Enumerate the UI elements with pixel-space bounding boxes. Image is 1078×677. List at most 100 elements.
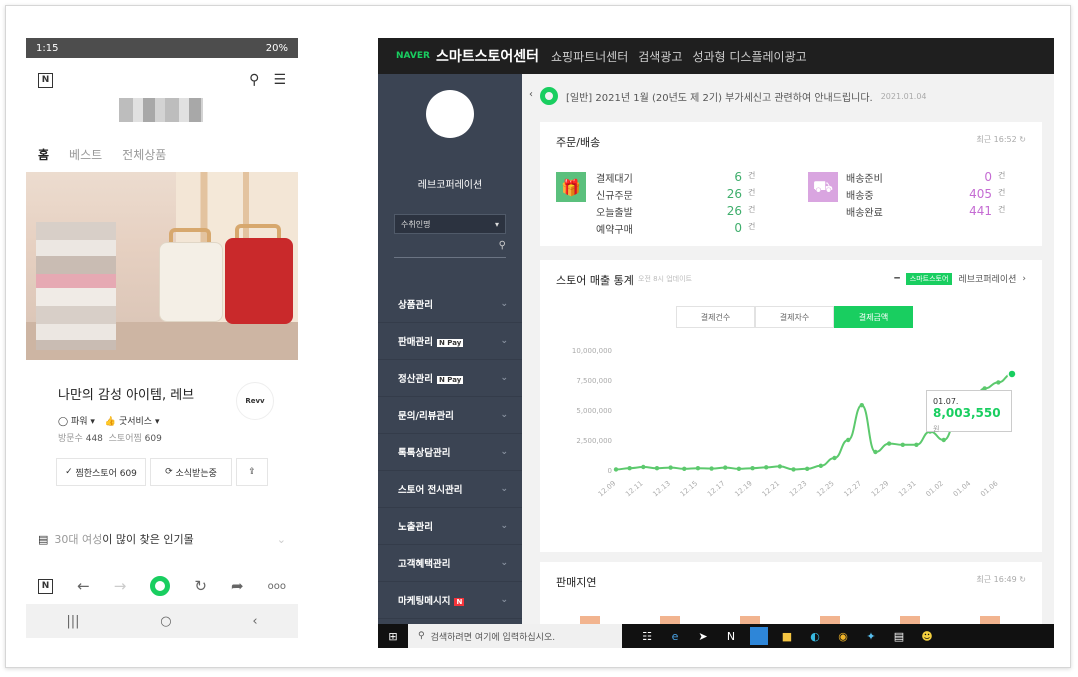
- tab-payment-count[interactable]: 결제건수: [676, 306, 755, 328]
- store-stats: 방문수 448 스토어찜 609: [58, 434, 162, 444]
- delivery-row[interactable]: 배송중 405 건: [846, 187, 1006, 202]
- sidebar-item-benefits[interactable]: 고객혜택관리 ⌄: [378, 545, 522, 582]
- refresh-icon[interactable]: ↻: [194, 577, 207, 595]
- app-title[interactable]: 스마트스토어센터: [436, 46, 539, 66]
- y-tick-label: 10,000,000: [572, 347, 612, 355]
- search-type-select[interactable]: 수취인명 ▾: [394, 214, 506, 234]
- chevron-down-icon: ⌄: [500, 595, 508, 605]
- search-icon[interactable]: ⚲: [249, 72, 259, 88]
- data-point: [886, 441, 892, 446]
- sidebar-item-display[interactable]: 스토어 전시관리 ⌄: [378, 471, 522, 508]
- chevron-down-icon[interactable]: ⌄: [277, 533, 286, 546]
- share-arrow-icon[interactable]: ➦: [231, 577, 244, 595]
- data-point: [668, 465, 673, 470]
- order-row[interactable]: 예약구매 0 건: [596, 221, 756, 236]
- nav-link-display-ads[interactable]: 성과형 디스플레이광고: [692, 48, 806, 65]
- folder-icon[interactable]: ■: [778, 627, 796, 645]
- chrome-icon[interactable]: ◉: [834, 627, 852, 645]
- green-circle-icon[interactable]: [150, 576, 171, 596]
- tab-all-products[interactable]: 전체상품: [122, 146, 166, 163]
- ie-icon[interactable]: e: [666, 627, 684, 645]
- share-icon[interactable]: ⇪: [236, 458, 268, 486]
- app-icon[interactable]: ➤: [694, 627, 712, 645]
- kakao-icon[interactable]: ☻: [918, 627, 936, 645]
- smartstore-dashboard: NAVER 스마트스토어센터 쇼핑파트너센터 검색광고 성과형 디스플레이광고 …: [378, 38, 1054, 648]
- orders-updated: 최근 16:52 ↻: [976, 135, 1026, 144]
- data-point: [709, 466, 714, 471]
- recent-apps-icon[interactable]: |||: [66, 614, 79, 629]
- naver-logo[interactable]: NAVER: [396, 51, 430, 61]
- naver-home-icon[interactable]: N: [38, 578, 54, 594]
- x-tick-label: 12.27: [843, 479, 863, 498]
- naver-n-icon[interactable]: N: [38, 72, 53, 88]
- sidebar: 레브코퍼레이션 수취인명 ▾ ⚲ 상품관리 ⌄ 판매관리 N Pay ⌄ 정산관리 N P…: [378, 74, 522, 648]
- tab-payment-amount[interactable]: 결제금액: [834, 306, 913, 328]
- task-view-icon[interactable]: ☷: [638, 627, 656, 645]
- home-circle-icon[interactable]: ○: [160, 614, 171, 629]
- chevron-right-icon: ›: [1022, 273, 1026, 284]
- x-tick-label: 12.17: [706, 479, 726, 498]
- hero-banner[interactable]: [26, 172, 298, 360]
- x-tick-label: 12.13: [651, 479, 671, 498]
- x-tick-label: 12.23: [788, 479, 808, 498]
- sidebar-item-sales[interactable]: 판매관리 N Pay ⌄: [378, 323, 522, 360]
- bird-icon[interactable]: ✦: [862, 627, 880, 645]
- refresh-icon[interactable]: ↻: [1019, 575, 1026, 584]
- collapse-sidebar-icon[interactable]: ‹: [522, 74, 540, 114]
- order-row[interactable]: 신규주문 26 건: [596, 187, 756, 202]
- taskbar-search[interactable]: ⚲ 검색하려면 여기에 입력하십시오.: [408, 624, 622, 648]
- x-tick-label: 12.31: [897, 479, 917, 498]
- refresh-icon[interactable]: ↻: [1019, 135, 1026, 144]
- tab-home[interactable]: 홈: [38, 146, 49, 163]
- delay-updated: 최근 16:49 ↻: [976, 575, 1026, 584]
- back-arrow-icon[interactable]: ←: [77, 577, 90, 595]
- nav-link-shopping-partner[interactable]: 쇼핑파트너센터: [551, 48, 628, 65]
- nav-link-search-ads[interactable]: 검색광고: [638, 48, 682, 65]
- popular-store-banner[interactable]: ▤ 30대 여성이 많이 찾은 인기몰 ⌄: [38, 531, 286, 547]
- sidebar-item-inquiry[interactable]: 문의/리뷰관리 ⌄: [378, 397, 522, 434]
- sidebar-item-talktalk[interactable]: 톡톡상담관리 ⌄: [378, 434, 522, 471]
- data-point: [764, 465, 769, 470]
- delivery-row[interactable]: 배송완료 441 건: [846, 204, 1006, 219]
- store-name: 레브코퍼레이션: [417, 180, 483, 191]
- sidebar-search-input[interactable]: ⚲: [394, 240, 506, 258]
- more-icon[interactable]: ooo: [268, 581, 286, 592]
- data-point: [695, 466, 701, 471]
- sales-stats-panel: 스토어 매출 통계 오전 8시 업데이트 ━ 스마트스토어 레브코퍼레이션 › 결제…: [540, 260, 1042, 552]
- forward-arrow-icon[interactable]: →: [114, 577, 127, 595]
- x-tick-label: 12.29: [870, 479, 890, 498]
- notice-text[interactable]: [일반] 2021년 1월 (20년도 제 2기) 부가세신고 관련하여 안내드…: [566, 89, 873, 104]
- menu-icon[interactable]: ☰: [273, 72, 286, 88]
- sidebar-item-exposure[interactable]: 노출관리 ⌄: [378, 508, 522, 545]
- tab-payer-count[interactable]: 결제자수: [755, 306, 834, 328]
- red-toaster: [225, 238, 293, 324]
- tab-best[interactable]: 베스트: [69, 146, 102, 163]
- blurred-store-logo: [119, 98, 203, 122]
- windows-start-icon[interactable]: ⊞: [378, 630, 408, 643]
- chart-tooltip: 01.07. 8,003,550 원: [926, 390, 1012, 433]
- power-badge[interactable]: ◯ 파워 ▾: [58, 414, 95, 427]
- bar-chart-icon: ▤: [38, 532, 49, 546]
- app-icon[interactable]: ▤: [890, 627, 908, 645]
- x-tick-label: 12.11: [624, 479, 644, 498]
- notion-icon[interactable]: N: [722, 627, 740, 645]
- order-row[interactable]: 오늘출발 26 건: [596, 204, 756, 219]
- sidebar-item-marketing[interactable]: 마케팅메시지 N ⌄: [378, 582, 522, 619]
- good-service-badge[interactable]: 👍 굿서비스 ▾: [105, 414, 160, 427]
- back-chevron-icon[interactable]: ‹: [252, 614, 257, 629]
- delivery-row[interactable]: 배송준비 0 건: [846, 170, 1006, 185]
- app-icon[interactable]: [750, 627, 768, 645]
- store-tabs: 홈 베스트 전체상품: [38, 146, 166, 163]
- cream-toaster: [159, 242, 223, 322]
- subscribe-news-button[interactable]: ⟳ 소식받는중: [150, 458, 232, 486]
- sidebar-item-settlement[interactable]: 정산관리 N Pay ⌄: [378, 360, 522, 397]
- store-link[interactable]: 레브코퍼레이션: [958, 272, 1016, 285]
- sales-line-chart: 10,000,000 7,500,000 5,000,000 2,500,000 0 12…: [572, 347, 1017, 498]
- sidebar-item-products[interactable]: 상품관리 ⌄: [378, 286, 522, 323]
- store-avatar[interactable]: [426, 90, 474, 138]
- favorite-store-button[interactable]: ✓ 찜한스토어 609: [56, 458, 146, 486]
- notice-bar[interactable]: [일반] 2021년 1월 (20년도 제 2기) 부가세신고 관련하여 안내드…: [540, 82, 1040, 110]
- edge-icon[interactable]: ◐: [806, 627, 824, 645]
- store-selector[interactable]: ━ 스마트스토어 레브코퍼레이션 ›: [894, 272, 1026, 285]
- order-row[interactable]: 결제대기 6 건: [596, 170, 756, 185]
